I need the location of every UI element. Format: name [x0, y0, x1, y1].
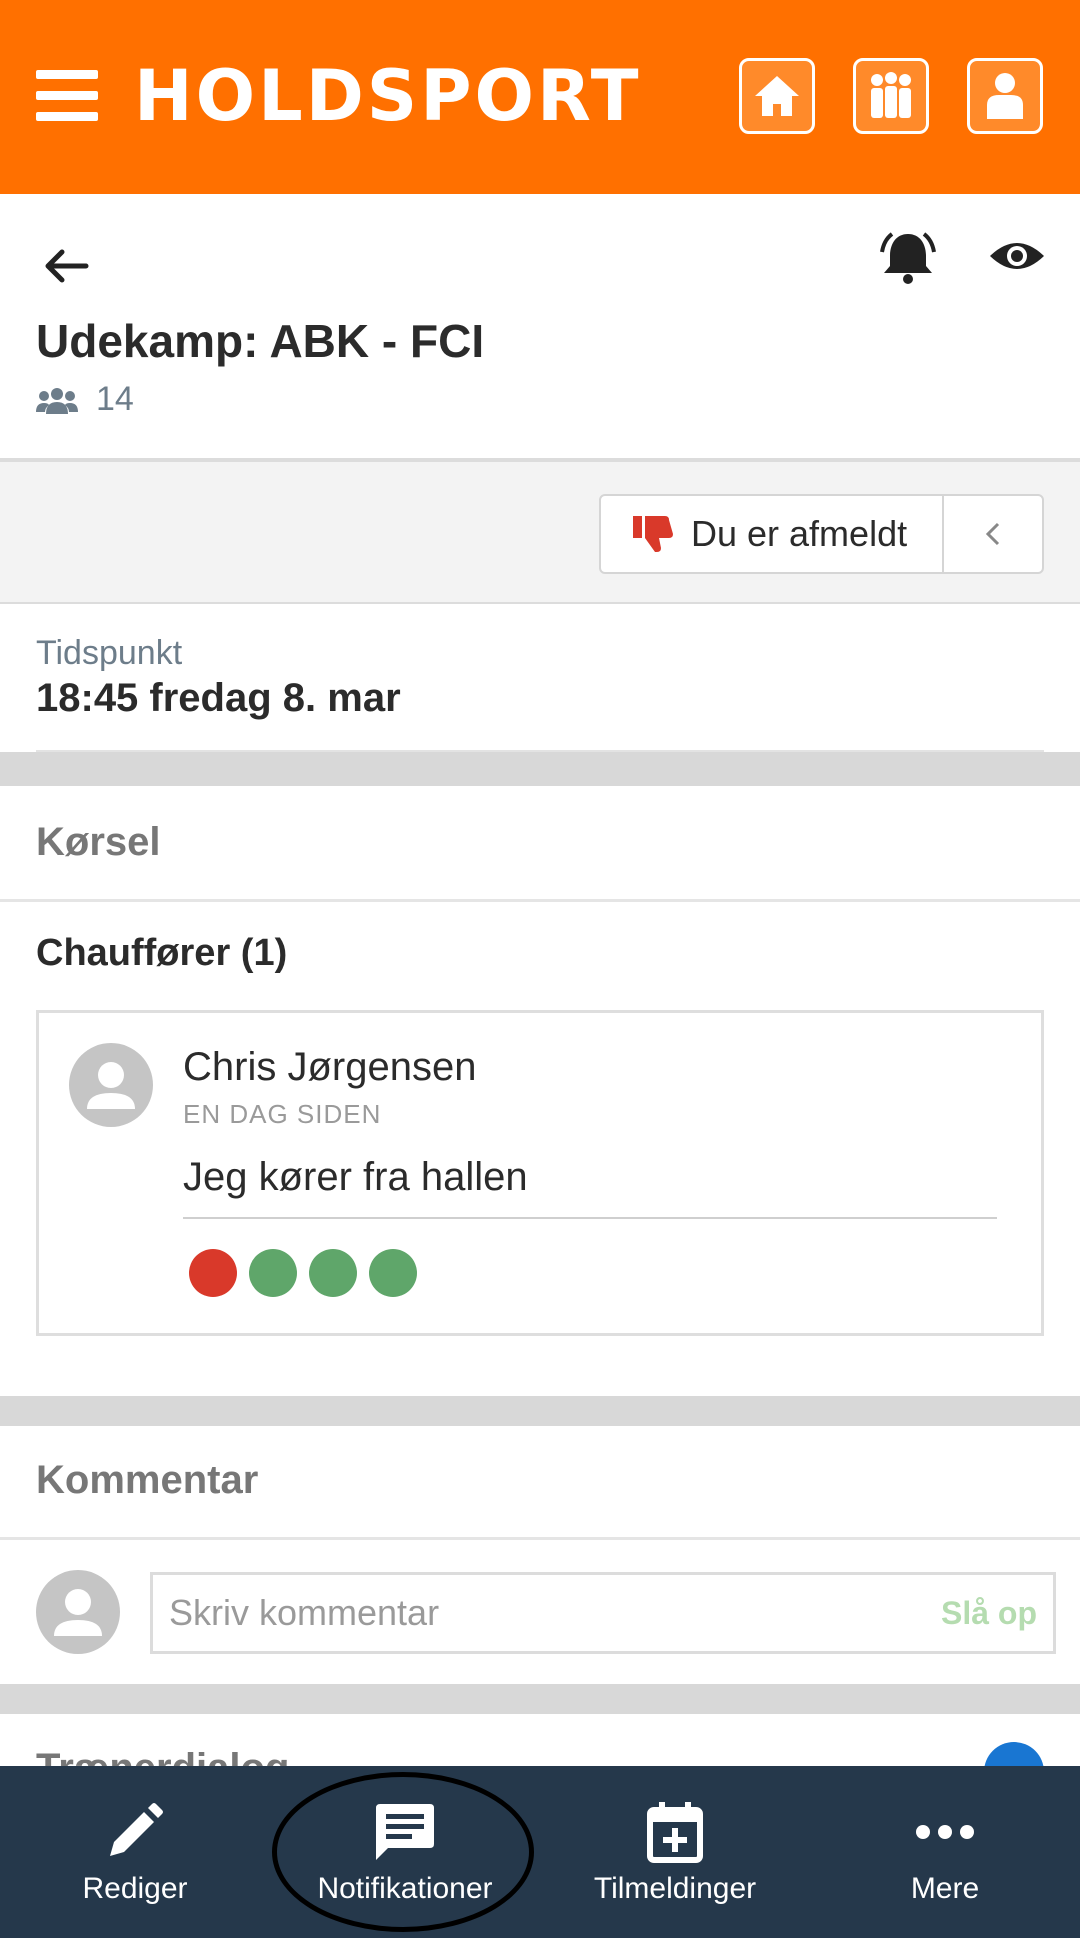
bottom-navigation: Rediger Notifikationer Tilmeldinger Mere: [0, 1766, 1080, 1938]
comment-placeholder: Skriv kommentar: [169, 1592, 440, 1633]
more-icon: [916, 1825, 974, 1839]
attendance-strip: Du er afmeldt: [0, 458, 1080, 604]
drivers-title: Chauffører (1): [36, 932, 288, 974]
seat-free[interactable]: [309, 1249, 357, 1297]
event-header: Udekamp: ABK - FCI 14: [0, 194, 1080, 458]
nav-edit-label: Rediger: [82, 1872, 188, 1905]
driver-card[interactable]: Chris Jørgensen EN DAG SIDEN Jeg kører f…: [36, 1010, 1044, 1336]
eye-badge-icon[interactable]: [984, 1742, 1044, 1766]
chevron-left-icon: [985, 522, 1000, 546]
section-separator: [0, 752, 1080, 786]
nav-signups-label: Tilmeldinger: [593, 1872, 757, 1905]
attendance-status-button[interactable]: Du er afmeldt: [599, 494, 1044, 574]
top-app-bar: HOLDSPORT: [0, 0, 1080, 194]
attendance-toggle[interactable]: [944, 496, 1042, 572]
time-value: 18:45 fredag 8. mar: [36, 676, 401, 720]
lookup-button[interactable]: Slå op: [941, 1595, 1037, 1632]
section-separator: [0, 1396, 1080, 1426]
divider: [183, 1217, 997, 1219]
home-icon: [755, 76, 799, 116]
seat-taken[interactable]: [189, 1249, 237, 1297]
nav-more[interactable]: Mere: [810, 1766, 1080, 1938]
bell-icon[interactable]: [876, 230, 940, 286]
user-avatar-icon: [87, 1062, 135, 1109]
driving-section-title: Kørsel: [36, 820, 161, 864]
attendance-status-label: Du er afmeldt: [691, 513, 908, 554]
driver-name: Chris Jørgensen: [183, 1045, 477, 1089]
eye-icon[interactable]: [988, 236, 1046, 276]
comment-section-title: Kommentar: [36, 1458, 259, 1502]
comment-input[interactable]: Skriv kommentar Slå op: [150, 1572, 1056, 1654]
hamburger-icon[interactable]: [36, 70, 98, 122]
profile-icon: [987, 73, 1023, 119]
pencil-icon: [110, 1803, 163, 1856]
nav-signups[interactable]: Tilmeldinger: [540, 1766, 810, 1938]
team-icon: [871, 72, 911, 118]
nav-more-label: Mere: [910, 1872, 980, 1905]
app-logo: HOLDSPORT: [134, 55, 642, 137]
driver-note: Jeg kører fra hallen: [183, 1155, 528, 1199]
thumbs-down-icon: [633, 516, 673, 552]
home-button[interactable]: [739, 58, 815, 134]
section-separator: [0, 1684, 1080, 1714]
driving-section-header: Kørsel: [0, 786, 1080, 902]
user-avatar-icon: [54, 1589, 102, 1636]
participant-count-value: 14: [96, 380, 134, 418]
avatar: [69, 1043, 153, 1127]
time-section: Tidspunkt 18:45 fredag 8. mar: [0, 604, 1080, 752]
nav-edit[interactable]: Rediger: [0, 1766, 270, 1938]
driver-timestamp: EN DAG SIDEN: [183, 1099, 382, 1129]
time-label: Tidspunkt: [36, 634, 183, 672]
seat-free[interactable]: [249, 1249, 297, 1297]
avatar: [36, 1570, 120, 1654]
comment-composer: Skriv kommentar Slå op: [0, 1540, 1080, 1684]
seat-indicators: [189, 1249, 417, 1297]
event-title: Udekamp: ABK - FCI: [36, 315, 485, 367]
attendance-status[interactable]: Du er afmeldt: [601, 496, 944, 572]
team-button[interactable]: [853, 58, 929, 134]
group-icon: [36, 387, 78, 414]
coach-dialog-section: Trænerdialog: [0, 1714, 1080, 1766]
comment-section-header: Kommentar: [0, 1426, 1080, 1540]
calendar-plus-icon: [647, 1802, 703, 1863]
back-arrow-icon[interactable]: [40, 246, 90, 286]
profile-button[interactable]: [967, 58, 1043, 134]
seat-free[interactable]: [369, 1249, 417, 1297]
highlight-annotation: [272, 1772, 534, 1932]
coach-dialog-title: Trænerdialog: [36, 1746, 289, 1766]
participant-count: 14: [36, 380, 134, 419]
